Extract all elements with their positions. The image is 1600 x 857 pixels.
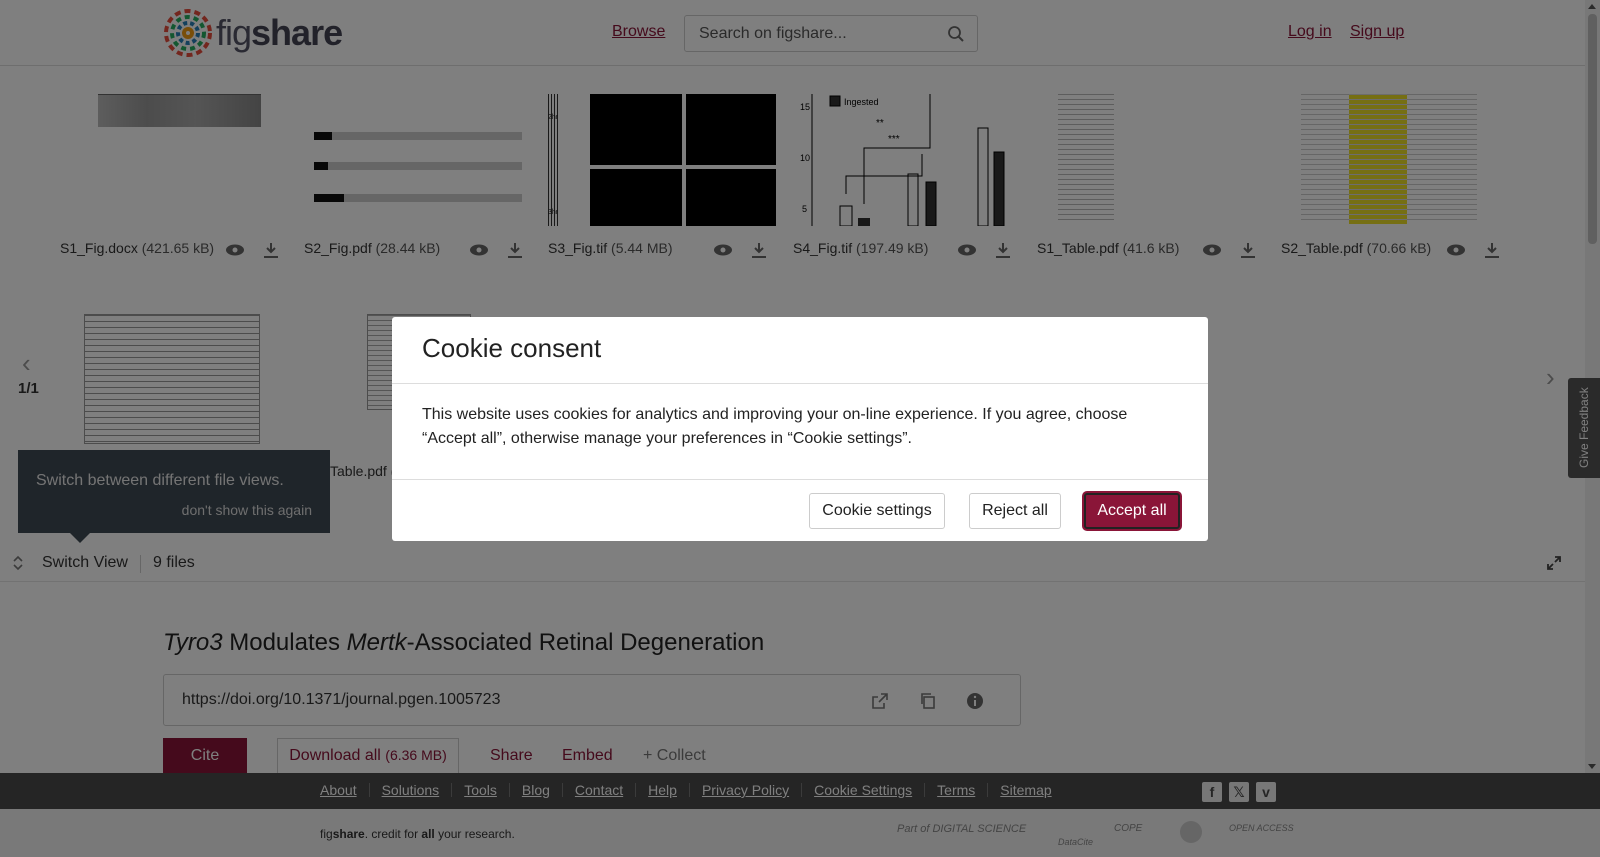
dialog-divider <box>392 383 1208 384</box>
reject-all-button[interactable]: Reject all <box>969 493 1061 529</box>
cookie-dialog-title: Cookie consent <box>422 333 602 363</box>
cookie-settings-button[interactable]: Cookie settings <box>809 493 945 529</box>
accept-all-button[interactable]: Accept all <box>1084 493 1180 529</box>
cookie-consent-dialog: Cookie consent This website uses cookies… <box>392 317 1208 541</box>
dialog-divider <box>392 479 1208 480</box>
cookie-dialog-body: This website uses cookies for analytics … <box>422 406 1128 447</box>
